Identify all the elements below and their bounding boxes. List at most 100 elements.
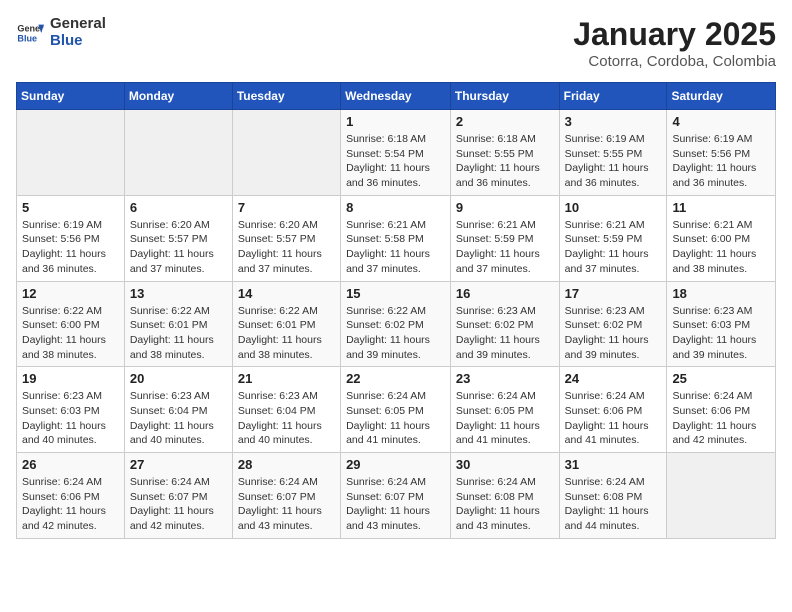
calendar-cell: 24 Sunrise: 6:24 AM Sunset: 6:06 PM Dayli… bbox=[559, 367, 667, 453]
day-info: Sunrise: 6:24 AM Sunset: 6:07 PM Dayligh… bbox=[346, 475, 445, 534]
weekday-header: Saturday bbox=[667, 83, 776, 110]
calendar-cell: 23 Sunrise: 6:24 AM Sunset: 6:05 PM Dayli… bbox=[450, 367, 559, 453]
day-number: 9 bbox=[456, 200, 554, 215]
calendar-cell: 30 Sunrise: 6:24 AM Sunset: 6:08 PM Dayli… bbox=[450, 453, 559, 539]
calendar-cell: 6Sunrise: 6:20 AM Sunset: 5:57 PM Daylig… bbox=[124, 195, 232, 281]
calendar-location: Cotorra, Cordoba, Colombia bbox=[573, 53, 776, 70]
day-number: 22 bbox=[346, 371, 445, 386]
calendar-cell: 3 Sunrise: 6:19 AM Sunset: 5:55 PM Daylig… bbox=[559, 110, 667, 196]
day-info: Sunrise: 6:19 AM Sunset: 5:56 PM Dayligh… bbox=[22, 218, 119, 277]
day-number: 12 bbox=[22, 286, 119, 301]
calendar-week-row: 5 Sunrise: 6:19 AM Sunset: 5:56 PM Daylig… bbox=[17, 195, 776, 281]
day-number: 20 bbox=[130, 371, 227, 386]
calendar-cell: 25Sunrise: 6:24 AM Sunset: 6:06 PM Dayli… bbox=[667, 367, 776, 453]
logo: General Blue General Blue bbox=[16, 16, 106, 49]
calendar-cell: 17Sunrise: 6:23 AM Sunset: 6:02 PM Dayli… bbox=[559, 281, 667, 367]
title-block: January 2025 Cotorra, Cordoba, Colombia bbox=[573, 16, 776, 70]
calendar-cell: 11Sunrise: 6:21 AM Sunset: 6:00 PM Dayli… bbox=[667, 195, 776, 281]
calendar-cell: 15Sunrise: 6:22 AM Sunset: 6:02 PM Dayli… bbox=[341, 281, 451, 367]
calendar-cell bbox=[124, 110, 232, 196]
day-info: Sunrise: 6:22 AM Sunset: 6:00 PM Dayligh… bbox=[22, 304, 119, 363]
calendar-cell bbox=[17, 110, 125, 196]
page-header: General Blue General Blue January 2025 C… bbox=[16, 16, 776, 70]
day-info: Sunrise: 6:23 AM Sunset: 6:03 PM Dayligh… bbox=[22, 389, 119, 448]
weekday-header: Sunday bbox=[17, 83, 125, 110]
logo-icon: General Blue bbox=[16, 19, 44, 47]
logo-blue-text: Blue bbox=[50, 33, 106, 50]
calendar-cell: 9Sunrise: 6:21 AM Sunset: 5:59 PM Daylig… bbox=[450, 195, 559, 281]
day-info: Sunrise: 6:24 AM Sunset: 6:08 PM Dayligh… bbox=[565, 475, 662, 534]
calendar-cell: 26Sunrise: 6:24 AM Sunset: 6:06 PM Dayli… bbox=[17, 453, 125, 539]
calendar-cell: 14Sunrise: 6:22 AM Sunset: 6:01 PM Dayli… bbox=[232, 281, 340, 367]
day-info: Sunrise: 6:18 AM Sunset: 5:54 PM Dayligh… bbox=[346, 132, 445, 191]
calendar-cell: 16 Sunrise: 6:23 AM Sunset: 6:02 PM Dayli… bbox=[450, 281, 559, 367]
day-number: 31 bbox=[565, 457, 662, 472]
day-number: 27 bbox=[130, 457, 227, 472]
calendar-cell: 28 Sunrise: 6:24 AM Sunset: 6:07 PM Dayli… bbox=[232, 453, 340, 539]
weekday-header: Thursday bbox=[450, 83, 559, 110]
calendar-cell: 13Sunrise: 6:22 AM Sunset: 6:01 PM Dayli… bbox=[124, 281, 232, 367]
calendar-cell: 19 Sunrise: 6:23 AM Sunset: 6:03 PM Dayli… bbox=[17, 367, 125, 453]
day-number: 1 bbox=[346, 114, 445, 129]
calendar-week-row: 19 Sunrise: 6:23 AM Sunset: 6:03 PM Dayli… bbox=[17, 367, 776, 453]
day-number: 10 bbox=[565, 200, 662, 215]
day-info: Sunrise: 6:24 AM Sunset: 6:05 PM Dayligh… bbox=[346, 389, 445, 448]
calendar-cell: 8Sunrise: 6:21 AM Sunset: 5:58 PM Daylig… bbox=[341, 195, 451, 281]
day-info: Sunrise: 6:23 AM Sunset: 6:02 PM Dayligh… bbox=[565, 304, 662, 363]
day-number: 25 bbox=[672, 371, 770, 386]
day-number: 23 bbox=[456, 371, 554, 386]
calendar-cell: 10 Sunrise: 6:21 AM Sunset: 5:59 PM Dayli… bbox=[559, 195, 667, 281]
day-number: 19 bbox=[22, 371, 119, 386]
day-info: Sunrise: 6:23 AM Sunset: 6:03 PM Dayligh… bbox=[672, 304, 770, 363]
calendar-cell: 12 Sunrise: 6:22 AM Sunset: 6:00 PM Dayli… bbox=[17, 281, 125, 367]
calendar-cell: 20 Sunrise: 6:23 AM Sunset: 6:04 PM Dayli… bbox=[124, 367, 232, 453]
calendar-cell bbox=[232, 110, 340, 196]
calendar-cell: 4Sunrise: 6:19 AM Sunset: 5:56 PM Daylig… bbox=[667, 110, 776, 196]
day-info: Sunrise: 6:23 AM Sunset: 6:02 PM Dayligh… bbox=[456, 304, 554, 363]
calendar-week-row: 26Sunrise: 6:24 AM Sunset: 6:06 PM Dayli… bbox=[17, 453, 776, 539]
day-info: Sunrise: 6:23 AM Sunset: 6:04 PM Dayligh… bbox=[130, 389, 227, 448]
calendar-cell: 7Sunrise: 6:20 AM Sunset: 5:57 PM Daylig… bbox=[232, 195, 340, 281]
calendar-cell: 18 Sunrise: 6:23 AM Sunset: 6:03 PM Dayli… bbox=[667, 281, 776, 367]
day-number: 2 bbox=[456, 114, 554, 129]
day-info: Sunrise: 6:22 AM Sunset: 6:01 PM Dayligh… bbox=[238, 304, 335, 363]
day-info: Sunrise: 6:24 AM Sunset: 6:07 PM Dayligh… bbox=[238, 475, 335, 534]
svg-text:Blue: Blue bbox=[17, 33, 37, 43]
logo-general-text: General bbox=[50, 16, 106, 33]
day-info: Sunrise: 6:20 AM Sunset: 5:57 PM Dayligh… bbox=[238, 218, 335, 277]
day-info: Sunrise: 6:19 AM Sunset: 5:55 PM Dayligh… bbox=[565, 132, 662, 191]
day-number: 6 bbox=[130, 200, 227, 215]
weekday-header: Friday bbox=[559, 83, 667, 110]
day-info: Sunrise: 6:22 AM Sunset: 6:01 PM Dayligh… bbox=[130, 304, 227, 363]
calendar-cell: 29Sunrise: 6:24 AM Sunset: 6:07 PM Dayli… bbox=[341, 453, 451, 539]
weekday-header: Monday bbox=[124, 83, 232, 110]
calendar-title: January 2025 bbox=[573, 16, 776, 53]
day-number: 18 bbox=[672, 286, 770, 301]
day-info: Sunrise: 6:24 AM Sunset: 6:07 PM Dayligh… bbox=[130, 475, 227, 534]
calendar-table: SundayMondayTuesdayWednesdayThursdayFrid… bbox=[16, 82, 776, 539]
weekday-header-row: SundayMondayTuesdayWednesdayThursdayFrid… bbox=[17, 83, 776, 110]
day-number: 24 bbox=[565, 371, 662, 386]
calendar-week-row: 12 Sunrise: 6:22 AM Sunset: 6:00 PM Dayli… bbox=[17, 281, 776, 367]
day-info: Sunrise: 6:18 AM Sunset: 5:55 PM Dayligh… bbox=[456, 132, 554, 191]
calendar-cell: 5 Sunrise: 6:19 AM Sunset: 5:56 PM Daylig… bbox=[17, 195, 125, 281]
day-info: Sunrise: 6:24 AM Sunset: 6:05 PM Dayligh… bbox=[456, 389, 554, 448]
day-number: 30 bbox=[456, 457, 554, 472]
weekday-header: Tuesday bbox=[232, 83, 340, 110]
day-info: Sunrise: 6:24 AM Sunset: 6:08 PM Dayligh… bbox=[456, 475, 554, 534]
day-info: Sunrise: 6:24 AM Sunset: 6:06 PM Dayligh… bbox=[22, 475, 119, 534]
day-info: Sunrise: 6:22 AM Sunset: 6:02 PM Dayligh… bbox=[346, 304, 445, 363]
day-number: 28 bbox=[238, 457, 335, 472]
calendar-cell bbox=[667, 453, 776, 539]
day-info: Sunrise: 6:21 AM Sunset: 5:59 PM Dayligh… bbox=[565, 218, 662, 277]
day-number: 4 bbox=[672, 114, 770, 129]
day-number: 3 bbox=[565, 114, 662, 129]
calendar-cell: 2 Sunrise: 6:18 AM Sunset: 5:55 PM Daylig… bbox=[450, 110, 559, 196]
calendar-week-row: 1 Sunrise: 6:18 AM Sunset: 5:54 PM Daylig… bbox=[17, 110, 776, 196]
calendar-cell: 31 Sunrise: 6:24 AM Sunset: 6:08 PM Dayli… bbox=[559, 453, 667, 539]
weekday-header: Wednesday bbox=[341, 83, 451, 110]
day-info: Sunrise: 6:24 AM Sunset: 6:06 PM Dayligh… bbox=[565, 389, 662, 448]
calendar-cell: 27 Sunrise: 6:24 AM Sunset: 6:07 PM Dayli… bbox=[124, 453, 232, 539]
day-number: 16 bbox=[456, 286, 554, 301]
day-number: 5 bbox=[22, 200, 119, 215]
